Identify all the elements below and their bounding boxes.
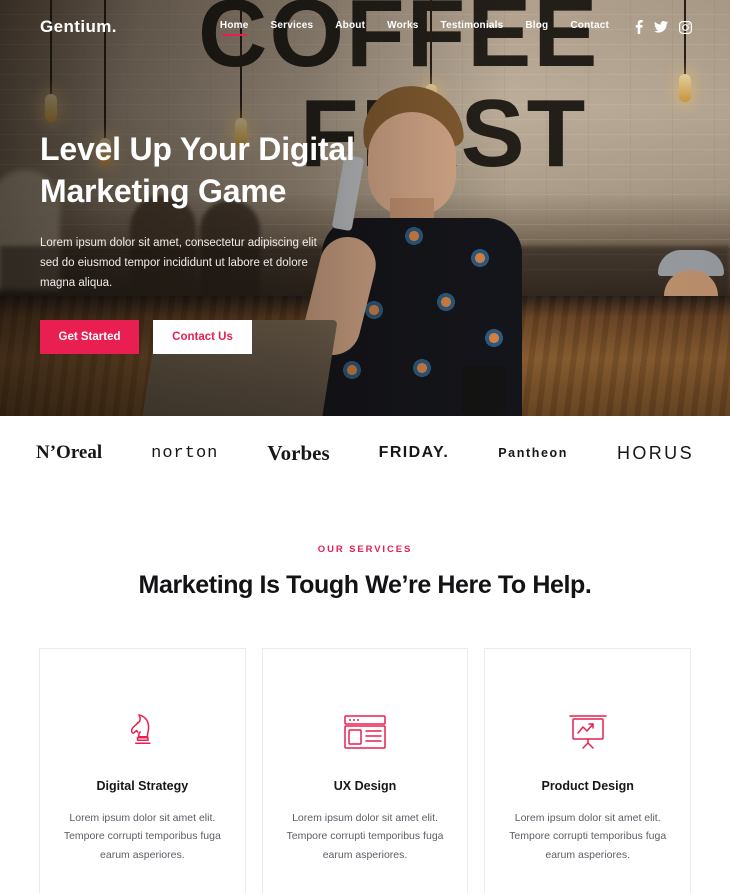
presentation-chart-icon <box>568 709 608 755</box>
site-logo[interactable]: Gentium. <box>40 17 117 37</box>
brand-logo-pantheon: Pantheon <box>498 446 568 460</box>
hero-subtitle: Lorem ipsum dolor sit amet, consectetur … <box>40 237 317 289</box>
service-card-title: Digital Strategy <box>96 779 189 793</box>
brand-logo-horus: HORUS <box>616 442 694 463</box>
browser-wireframe-icon <box>344 709 386 755</box>
get-started-button[interactable]: Get Started <box>40 319 139 354</box>
facebook-icon[interactable] <box>635 20 643 34</box>
service-card-digital-strategy[interactable]: Digital Strategy Lorem ipsum dolor sit a… <box>39 648 246 893</box>
nav-item-services[interactable]: Services <box>271 20 314 35</box>
brand-logo-vorbes: Vorbes <box>267 440 330 465</box>
nav-item-testimonials[interactable]: Testimonials <box>441 20 504 35</box>
client-logos-strip: N’Oreal norton Vorbes FRIDAY. Pantheon H… <box>0 416 730 490</box>
section-title: Marketing Is Tough We’re Here To Help. <box>138 571 592 599</box>
services-section: OUR SERVICES Marketing Is Tough We’re He… <box>0 490 730 893</box>
brand-logo-friday: FRIDAY. <box>378 444 450 461</box>
nav-item-about[interactable]: About <box>335 20 365 35</box>
service-card-text: Lorem ipsum dolor sit amet elit. Tempore… <box>509 812 667 861</box>
nav-item-blog[interactable]: Blog <box>525 20 548 35</box>
contact-us-button[interactable]: Contact Us <box>153 319 252 354</box>
hero-title-line-1: Level Up Your Digital <box>40 131 355 167</box>
main-navigation: Gentium. Home Services About Works Testi… <box>0 0 730 54</box>
hero-section: COFFEE FIRST Gentium. Home Services Abou… <box>0 0 730 416</box>
hero-title-line-2: Marketing Game <box>40 173 287 210</box>
nav-item-works[interactable]: Works <box>387 20 418 35</box>
social-links <box>635 20 692 34</box>
brand-logo-norton: norton <box>151 443 219 463</box>
hero-copy: Level Up Your Digital Marketing Game Lor… <box>40 128 355 354</box>
hero-title: Level Up Your Digital Marketing Game <box>40 128 355 212</box>
service-card-title: Product Design <box>541 779 634 793</box>
chess-knight-icon <box>126 709 158 755</box>
twitter-icon[interactable] <box>654 21 668 33</box>
nav-item-contact[interactable]: Contact <box>570 20 609 35</box>
instagram-icon[interactable] <box>679 20 692 34</box>
service-card-text: Lorem ipsum dolor sit amet elit. Tempore… <box>63 812 221 861</box>
section-eyebrow: OUR SERVICES <box>317 544 413 555</box>
service-card-product-design[interactable]: Product Design Lorem ipsum dolor sit ame… <box>484 648 692 893</box>
nav-item-home[interactable]: Home <box>220 20 249 36</box>
brand-logo-noreal: N’Oreal <box>36 442 103 463</box>
service-card-ux-design[interactable]: UX Design Lorem ipsum dolor sit amet eli… <box>261 648 469 893</box>
service-card-title: UX Design <box>333 779 397 793</box>
nav-links: Home Services About Works Testimonials B… <box>220 20 609 36</box>
service-cards: Digital Strategy Lorem ipsum dolor sit a… <box>39 648 692 893</box>
hero-buttons: Get Started Contact Us <box>40 319 355 354</box>
service-card-text: Lorem ipsum dolor sit amet elit. Tempore… <box>286 812 444 861</box>
